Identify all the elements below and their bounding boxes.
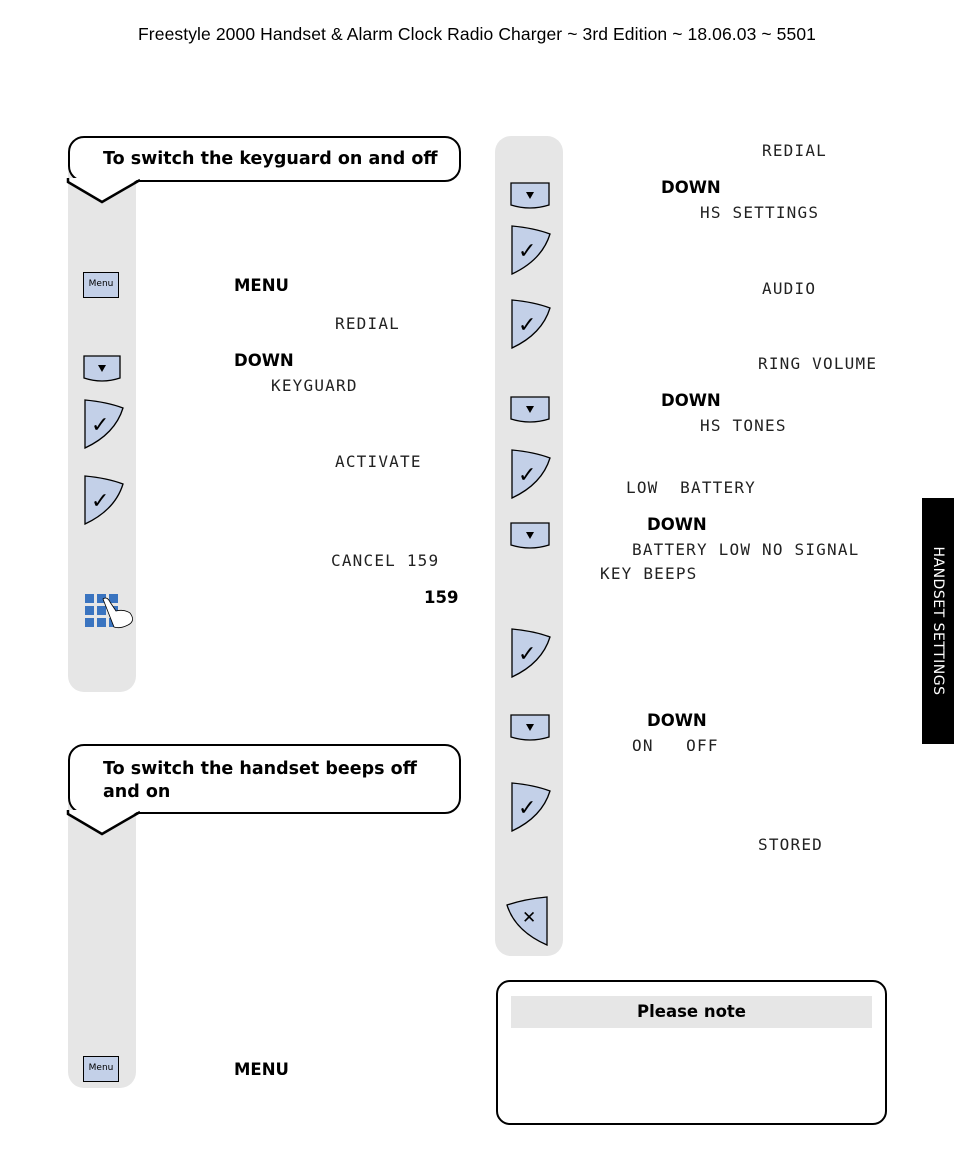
- side-tab-label: HANDSET SETTINGS: [930, 546, 946, 696]
- down-key-icon: [510, 182, 550, 209]
- svg-text:✓: ✓: [91, 413, 109, 438]
- display-redial: REDIAL: [335, 314, 400, 333]
- display-battery-low-no-signal: BATTERY LOW NO SIGNAL: [632, 540, 860, 559]
- command-down: DOWN: [647, 515, 707, 534]
- please-note-title: Please note: [511, 996, 872, 1028]
- display-keyguard: KEYGUARD: [271, 376, 358, 395]
- beeps-title: To switch the handset beeps off and on: [103, 758, 417, 804]
- ok-key-icon: ✓: [84, 399, 124, 450]
- down-key-icon: [83, 355, 121, 382]
- command-down: DOWN: [661, 391, 721, 410]
- down-key-icon: [510, 396, 550, 423]
- ok-key-icon: ✓: [511, 782, 551, 833]
- display-audio: AUDIO: [762, 279, 817, 298]
- svg-text:✕: ✕: [522, 908, 536, 928]
- display-on-off: ON OFF: [632, 736, 719, 755]
- ok-key-icon: ✓: [511, 225, 551, 276]
- display-low-battery: LOW BATTERY: [626, 478, 756, 497]
- command-down: DOWN: [661, 178, 721, 197]
- bubble-pointer-icon: [66, 810, 141, 836]
- beeps-key-strip: [68, 800, 136, 1088]
- command-down: DOWN: [234, 351, 294, 370]
- beeps-title-line1: To switch the handset beeps off: [103, 759, 417, 779]
- display-activate: ACTIVATE: [335, 452, 422, 471]
- display-cancel-159: CANCEL 159: [331, 551, 440, 570]
- please-note-box: Please note: [496, 980, 887, 1125]
- command-menu: MENU: [234, 276, 289, 295]
- svg-text:✓: ✓: [518, 239, 536, 264]
- display-redial: REDIAL: [762, 141, 827, 160]
- menu-key-icon: Menu: [83, 1056, 119, 1082]
- down-key-icon: [510, 522, 550, 549]
- display-hs-tones: HS TONES: [700, 416, 787, 435]
- display-stored: STORED: [758, 835, 823, 854]
- svg-text:✓: ✓: [518, 796, 536, 821]
- page-header-title: Freestyle 2000 Handset & Alarm Clock Rad…: [138, 24, 816, 44]
- display-key-beeps: KEY BEEPS: [600, 564, 698, 583]
- svg-text:✓: ✓: [518, 313, 536, 338]
- command-menu: MENU: [234, 1060, 289, 1079]
- menu-key-icon: Menu: [83, 272, 119, 298]
- display-hs-settings: HS SETTINGS: [700, 203, 820, 222]
- svg-text:✓: ✓: [518, 463, 536, 488]
- keyguard-title: To switch the keyguard on and off: [103, 149, 438, 169]
- bubble-pointer-icon: [66, 178, 141, 204]
- command-down: DOWN: [647, 711, 707, 730]
- svg-text:✓: ✓: [518, 642, 536, 667]
- ok-key-icon: ✓: [511, 449, 551, 500]
- display-ring-volume: RING VOLUME: [758, 354, 878, 373]
- ok-key-icon: ✓: [511, 299, 551, 350]
- section-side-tab: HANDSET SETTINGS: [922, 498, 954, 744]
- ok-key-icon: ✓: [84, 475, 124, 526]
- beeps-title-line2: and on: [103, 782, 171, 802]
- svg-text:✓: ✓: [91, 489, 109, 514]
- down-key-icon: [510, 714, 550, 741]
- ok-key-icon: ✓: [511, 628, 551, 679]
- keypad-icon: [85, 594, 133, 629]
- end-call-key-icon: ✕: [506, 896, 548, 946]
- command-159: 159: [424, 588, 459, 607]
